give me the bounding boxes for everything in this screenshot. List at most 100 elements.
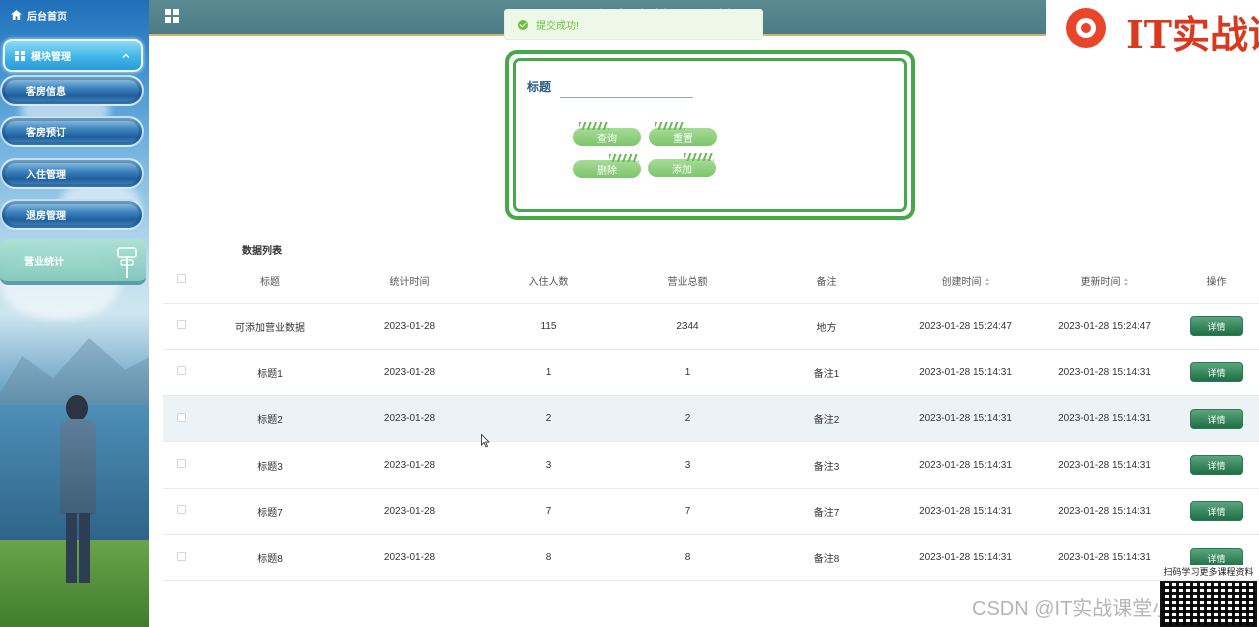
grass-decoration	[609, 154, 639, 162]
cell-date: 2023-01-28	[383, 413, 436, 425]
cell-note: 备注1	[813, 368, 840, 380]
cell-actions: 详情	[1174, 349, 1259, 395]
cell-title: 标题8	[257, 554, 283, 566]
cell-actions: 详情	[1174, 303, 1259, 349]
cell-created: 2023-01-28 15:24:47	[919, 320, 1012, 332]
row-select-cell	[163, 534, 200, 580]
cell-date: 2023-01-28	[383, 366, 436, 378]
detail-button[interactable]: 详情	[1190, 362, 1243, 383]
row-checkbox[interactable]	[177, 505, 186, 515]
sidebar-item-label: 客房信息	[26, 87, 66, 98]
cell-title: 标题7	[257, 507, 283, 519]
cell-guests: 1	[545, 366, 552, 378]
brand-logo: IT实战课	[1046, 0, 1259, 57]
row-checkbox[interactable]	[177, 551, 186, 561]
table-row: 标题3 2023-01-28 3 3 备注3 2023-01-28 15:14:31 202…	[163, 441, 1259, 488]
cell-guests: 8	[545, 552, 552, 564]
delete-button[interactable]: 删除	[573, 154, 641, 178]
cell-actions: 详情	[1174, 396, 1259, 442]
detail-button[interactable]: 详情	[1190, 455, 1243, 476]
row-checkbox[interactable]	[177, 412, 186, 422]
select-all-checkbox[interactable]	[177, 274, 186, 284]
toast-message: 提交成功!	[536, 21, 579, 32]
cell-revenue: 2	[684, 413, 691, 425]
row-select-cell	[163, 303, 200, 349]
cell-date: 2023-01-28	[383, 552, 436, 564]
module-management-menu[interactable]: 模块管理	[3, 39, 143, 72]
reset-button-label: 重置	[673, 133, 693, 145]
column-header-updated-label: 更新时间	[1080, 276, 1121, 288]
cell-guests: 115	[540, 320, 557, 332]
sidebar-item-room-booking[interactable]: 客房预订	[0, 116, 144, 147]
cell-revenue: 1	[684, 366, 691, 378]
home-icon	[11, 10, 22, 20]
grid-icon	[15, 50, 25, 61]
qr-caption: 扫码学习更多课程资料	[1158, 565, 1259, 579]
cell-note: 备注2	[813, 415, 840, 427]
sidebar-item-label: 营业统计	[24, 256, 64, 268]
detail-button[interactable]: 详情	[1190, 501, 1243, 522]
logo-mark-icon	[1066, 8, 1106, 48]
menu-grid-icon[interactable]	[165, 9, 179, 23]
detail-button[interactable]: 详情	[1190, 316, 1243, 337]
delete-button-label: 删除	[597, 165, 617, 177]
sidebar: 后台首页 模块管理 客房信息 客房预订 入住管理 退房管理 营业统计	[0, 0, 149, 627]
module-label: 模块管理	[31, 52, 71, 63]
cell-revenue: 2344	[676, 320, 699, 332]
logo-text: IT实战课	[1126, 12, 1259, 57]
cell-title: 标题1	[257, 368, 283, 380]
sidebar-item-checkin[interactable]: 入住管理	[0, 158, 144, 189]
add-button[interactable]: 添加	[648, 153, 716, 177]
sidebar-item-label: 退房管理	[26, 211, 66, 222]
cell-updated: 2023-01-28 15:14:31	[1058, 505, 1151, 517]
sidebar-item-label: 客房预订	[26, 128, 66, 139]
cell-note: 备注7	[813, 507, 840, 519]
sidebar-item-checkout[interactable]: 退房管理	[0, 199, 144, 230]
grass-decoration	[655, 122, 685, 130]
cell-title: 标题2	[257, 415, 283, 427]
table-row: 标题7 2023-01-28 7 7 备注7 2023-01-28 15:14:31 202…	[163, 488, 1259, 534]
search-title-input[interactable]	[560, 77, 693, 98]
cell-date: 2023-01-28	[383, 320, 436, 332]
cell-title: 标题3	[257, 461, 283, 473]
table-row: 可添加营业数据 2023-01-28 115 2344 地方 2023-01-28 15:…	[163, 303, 1259, 349]
qr-code-image	[1160, 581, 1257, 627]
grass-decoration	[579, 122, 609, 130]
row-select-cell	[163, 349, 200, 395]
row-checkbox[interactable]	[177, 320, 186, 330]
sort-icon[interactable]	[1123, 278, 1129, 287]
table-row: 标题2 2023-01-28 2 2 备注2 2023-01-28 15:14:31 202…	[163, 395, 1259, 442]
cell-updated: 2023-01-28 15:14:31	[1058, 413, 1151, 425]
sort-icon[interactable]	[984, 278, 990, 287]
cell-updated: 2023-01-28 15:14:31	[1058, 552, 1151, 564]
column-header-revenue: 营业总额	[667, 276, 708, 288]
row-select-cell	[163, 488, 200, 534]
cell-date: 2023-01-28	[383, 459, 436, 471]
column-header-guests: 入住人数	[528, 276, 569, 288]
column-header-note: 备注	[816, 276, 837, 288]
home-label: 后台首页	[27, 11, 67, 23]
table-row: 标题1 2023-01-28 1 1 备注1 2023-01-28 15:14:31 202…	[163, 349, 1259, 395]
sidebar-item-room-info[interactable]: 客房信息	[0, 75, 144, 106]
row-checkbox[interactable]	[177, 366, 186, 376]
cell-revenue: 7	[684, 505, 691, 517]
cell-revenue: 8	[684, 552, 691, 564]
cell-guests: 2	[545, 413, 552, 425]
query-button[interactable]: 查询	[573, 122, 641, 146]
home-link[interactable]: 后台首页	[0, 0, 149, 30]
query-button-label: 查询	[597, 133, 617, 145]
row-checkbox[interactable]	[177, 459, 186, 469]
check-circle-icon	[518, 19, 528, 30]
cell-updated: 2023-01-28 15:14:31	[1058, 366, 1151, 378]
grass-decoration	[684, 153, 714, 161]
column-header-updated[interactable]: 更新时间	[1035, 258, 1174, 303]
cell-note: 地方	[816, 322, 837, 334]
cell-guests: 7	[545, 505, 552, 517]
add-button-label: 添加	[672, 164, 692, 176]
column-header-created[interactable]: 创建时间	[896, 258, 1035, 303]
cell-created: 2023-01-28 15:14:31	[919, 366, 1012, 378]
reset-button[interactable]: 重置	[649, 122, 717, 146]
sidebar-item-revenue-stats[interactable]: 营业统计	[0, 239, 146, 285]
detail-button[interactable]: 详情	[1190, 408, 1243, 429]
cell-revenue: 3	[684, 459, 691, 471]
